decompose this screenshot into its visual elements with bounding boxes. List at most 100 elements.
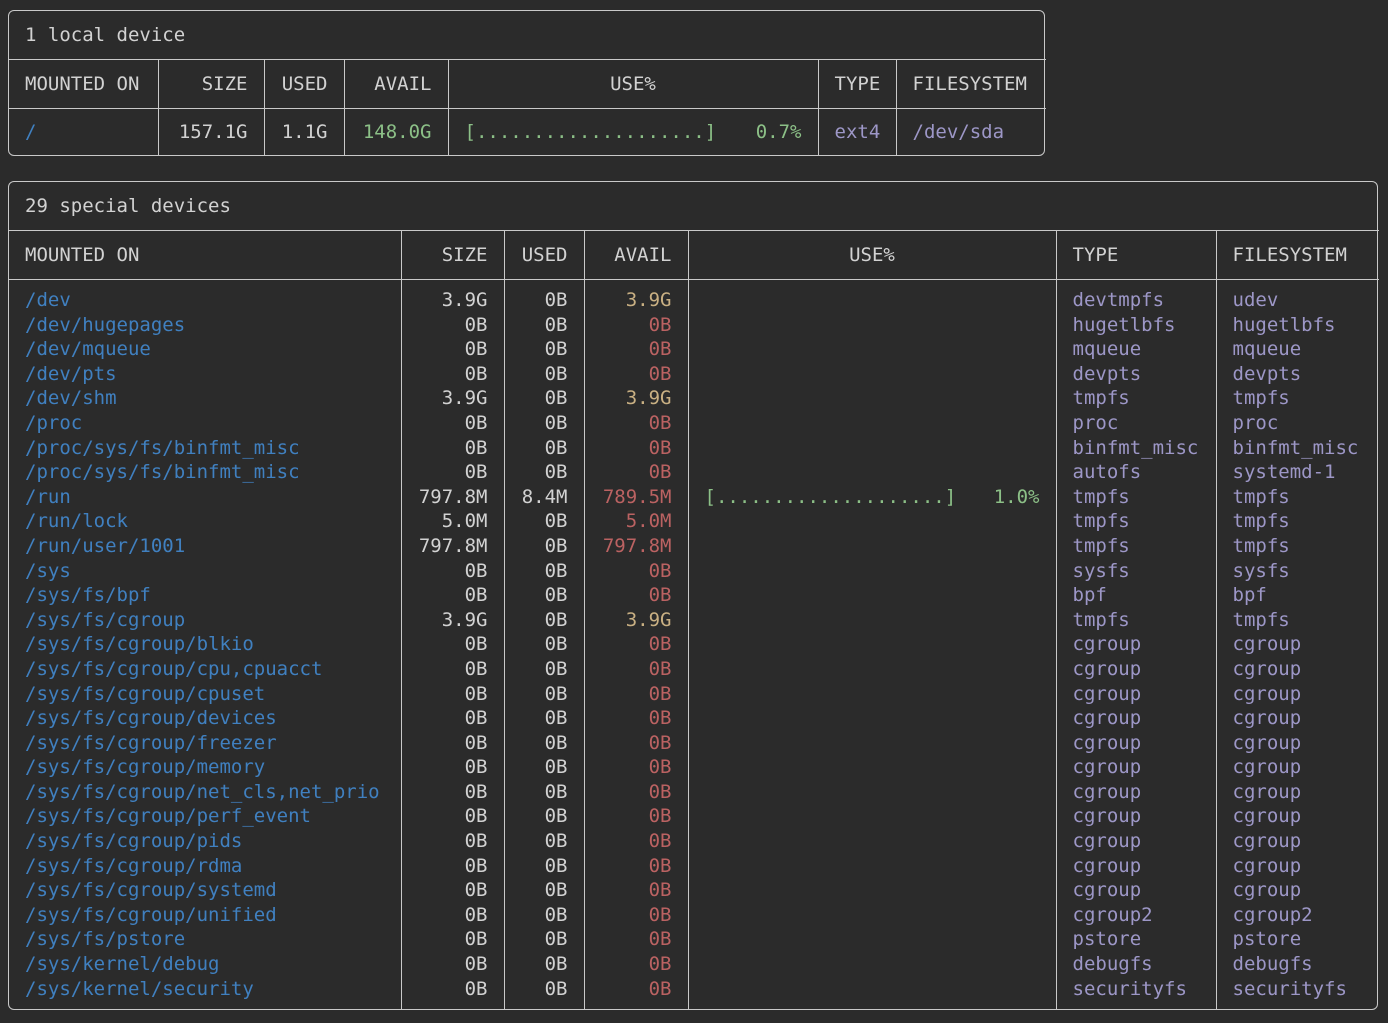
device-row: /sys/fs/cgroup/rdma 0B 0B 0B cgroup cgro…: [9, 854, 1379, 879]
use-percent-cell: [688, 927, 1056, 952]
type-cell: proc: [1056, 411, 1216, 436]
device-row: /sys/fs/cgroup/cpu,cpuacct 0B 0B 0B cgro…: [9, 657, 1379, 682]
use-percent-cell: [688, 854, 1056, 879]
use-percent-cell: [688, 313, 1056, 338]
used-cell: 0B: [504, 608, 584, 633]
size-cell: 0B: [401, 977, 504, 1010]
avail-cell: 0B: [584, 977, 688, 1010]
use-percent-cell: [688, 362, 1056, 387]
mount-point-cell: /run/lock: [9, 509, 401, 534]
mount-point-cell: /sys/fs/cgroup/cpu,cpuacct: [9, 657, 401, 682]
avail-cell: 5.0M: [584, 509, 688, 534]
device-row: /run 797.8M 8.4M 789.5M [...............…: [9, 485, 1379, 510]
size-cell: 3.9G: [401, 608, 504, 633]
use-percent-cell: [688, 804, 1056, 829]
type-cell: debugfs: [1056, 952, 1216, 977]
use-percent-cell: [688, 903, 1056, 928]
avail-cell: 0B: [584, 411, 688, 436]
mount-point-cell: /sys/fs/cgroup/perf_event: [9, 804, 401, 829]
size-cell: 0B: [401, 436, 504, 461]
device-row: /dev/mqueue 0B 0B 0B mqueue mqueue: [9, 337, 1379, 362]
use-percent-cell: [688, 952, 1056, 977]
size-cell: 0B: [401, 804, 504, 829]
mount-point-cell: /sys/fs/cgroup/unified: [9, 903, 401, 928]
mount-point-cell: /dev: [9, 280, 401, 313]
device-row: /run/user/1001 797.8M 0B 797.8M tmpfs tm…: [9, 534, 1379, 559]
type-cell: cgroup: [1056, 731, 1216, 756]
size-cell: 0B: [401, 411, 504, 436]
mount-point-cell: /dev/shm: [9, 386, 401, 411]
size-cell: 157.1G: [158, 109, 264, 156]
type-cell: securityfs: [1056, 977, 1216, 1010]
mount-point-cell: /run/user/1001: [9, 534, 401, 559]
type-cell: cgroup: [1056, 804, 1216, 829]
filesystem-cell: cgroup: [1216, 706, 1379, 731]
size-cell: 0B: [401, 731, 504, 756]
size-cell: 0B: [401, 460, 504, 485]
use-percent-cell: [688, 436, 1056, 461]
type-cell: tmpfs: [1056, 485, 1216, 510]
size-cell: 0B: [401, 706, 504, 731]
use-percent-cell: [688, 829, 1056, 854]
avail-cell: 0B: [584, 706, 688, 731]
mount-point-cell: /sys/fs/bpf: [9, 583, 401, 608]
filesystem-cell: tmpfs: [1216, 509, 1379, 534]
type-cell: ext4: [818, 109, 896, 156]
mount-point-cell: /sys/fs/cgroup/pids: [9, 829, 401, 854]
size-cell: 0B: [401, 583, 504, 608]
mount-point-cell: /dev/mqueue: [9, 337, 401, 362]
avail-cell: 0B: [584, 657, 688, 682]
type-cell: cgroup: [1056, 706, 1216, 731]
avail-cell: 148.0G: [344, 109, 448, 156]
device-row: /dev 3.9G 0B 3.9G devtmpfs udev: [9, 280, 1379, 313]
mount-point-cell: /sys/fs/cgroup/blkio: [9, 632, 401, 657]
used-cell: 0B: [504, 583, 584, 608]
mount-point-cell: /sys/fs/cgroup: [9, 608, 401, 633]
size-cell: 3.9G: [401, 386, 504, 411]
used-cell: 0B: [504, 755, 584, 780]
type-cell: autofs: [1056, 460, 1216, 485]
used-cell: 0B: [504, 780, 584, 805]
type-cell: sysfs: [1056, 559, 1216, 584]
type-cell: mqueue: [1056, 337, 1216, 362]
used-cell: 0B: [504, 977, 584, 1010]
device-row: /sys/kernel/security 0B 0B 0B securityfs…: [9, 977, 1379, 1010]
used-cell: 0B: [504, 878, 584, 903]
device-row: /sys/fs/pstore 0B 0B 0B pstore pstore: [9, 927, 1379, 952]
avail-cell: 0B: [584, 337, 688, 362]
size-cell: 0B: [401, 878, 504, 903]
mount-point-cell: /sys/fs/cgroup/memory: [9, 755, 401, 780]
device-row: /sys/fs/cgroup/memory 0B 0B 0B cgroup cg…: [9, 755, 1379, 780]
used-cell: 0B: [504, 903, 584, 928]
special-table-header-row: MOUNTED ON SIZE USED AVAIL USE% TYPE FIL…: [9, 231, 1379, 280]
type-cell: cgroup: [1056, 878, 1216, 903]
type-cell: pstore: [1056, 927, 1216, 952]
use-percent-cell: [688, 337, 1056, 362]
used-cell: 0B: [504, 682, 584, 707]
used-cell: 0B: [504, 731, 584, 756]
mount-point-cell: /sys/fs/cgroup/freezer: [9, 731, 401, 756]
use-percent-cell: [688, 509, 1056, 534]
type-cell: cgroup2: [1056, 903, 1216, 928]
mount-point-cell: /run: [9, 485, 401, 510]
col-header-avail: AVAIL: [344, 60, 448, 109]
use-percent-cell: [688, 460, 1056, 485]
device-row: /sys/fs/cgroup/devices 0B 0B 0B cgroup c…: [9, 706, 1379, 731]
device-row: /proc 0B 0B 0B proc proc: [9, 411, 1379, 436]
device-row: /sys/fs/cgroup/blkio 0B 0B 0B cgroup cgr…: [9, 632, 1379, 657]
type-cell: binfmt_misc: [1056, 436, 1216, 461]
device-row: /sys/fs/cgroup/freezer 0B 0B 0B cgroup c…: [9, 731, 1379, 756]
used-cell: 0B: [504, 559, 584, 584]
avail-cell: 0B: [584, 780, 688, 805]
size-cell: 0B: [401, 952, 504, 977]
device-row: /sys/fs/cgroup/net_cls,net_prio 0B 0B 0B…: [9, 780, 1379, 805]
filesystem-cell: cgroup2: [1216, 903, 1379, 928]
use-percent-cell: [688, 583, 1056, 608]
used-cell: 0B: [504, 952, 584, 977]
use-percent-cell: [688, 731, 1056, 756]
type-cell: cgroup: [1056, 780, 1216, 805]
avail-cell: 0B: [584, 559, 688, 584]
use-percent-cell: [688, 682, 1056, 707]
used-cell: 0B: [504, 854, 584, 879]
used-cell: 0B: [504, 657, 584, 682]
